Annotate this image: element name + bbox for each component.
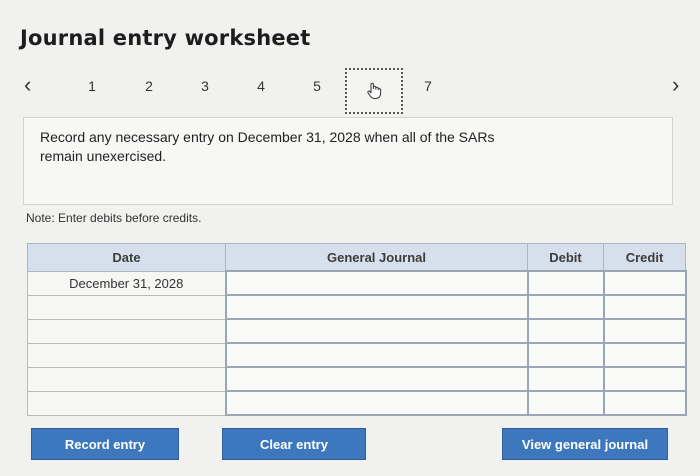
date-cell: December 31, 2028	[27, 270, 226, 296]
table-row: December 31, 2028	[27, 270, 687, 296]
tab-4[interactable]: 4	[251, 76, 271, 96]
entry-note: Note: Enter debits before credits.	[26, 211, 202, 225]
account-input[interactable]	[224, 342, 529, 368]
date-cell	[27, 294, 226, 320]
credit-header: Credit	[603, 243, 686, 272]
debit-header: Debit	[527, 243, 604, 272]
credit-input[interactable]	[602, 294, 687, 320]
question-prompt: Record any necessary entry on December 3…	[23, 117, 673, 205]
debit-input[interactable]	[526, 342, 605, 368]
account-input[interactable]	[224, 318, 529, 344]
tab-7[interactable]: 7	[418, 76, 438, 96]
debit-input[interactable]	[526, 366, 605, 392]
date-cell	[27, 342, 226, 368]
debit-input[interactable]	[526, 270, 605, 296]
table-row	[27, 390, 687, 416]
debit-input[interactable]	[526, 318, 605, 344]
credit-input[interactable]	[602, 390, 687, 416]
table-header-row: Date General Journal Debit Credit	[27, 243, 686, 272]
page-title: Journal entry worksheet	[20, 26, 311, 50]
table-row	[27, 366, 687, 392]
date-cell	[27, 390, 226, 416]
prompt-line-2: remain unexercised.	[40, 148, 167, 164]
journal-entry-table: Date General Journal Debit Credit Decemb…	[27, 243, 687, 416]
debit-input[interactable]	[526, 294, 605, 320]
record-entry-button[interactable]: Record entry	[31, 428, 179, 460]
tab-6-current[interactable]	[345, 68, 403, 114]
view-general-journal-button[interactable]: View general journal	[502, 428, 668, 460]
credit-input[interactable]	[602, 270, 687, 296]
credit-input[interactable]	[602, 366, 687, 392]
journal-header: General Journal	[225, 243, 528, 272]
tab-1[interactable]: 1	[82, 76, 102, 96]
clear-entry-button[interactable]: Clear entry	[222, 428, 366, 460]
account-input[interactable]	[224, 366, 529, 392]
hand-pointer-icon	[367, 82, 382, 99]
tab-2[interactable]: 2	[139, 76, 159, 96]
account-input[interactable]	[224, 294, 529, 320]
table-row	[27, 318, 687, 344]
credit-input[interactable]	[602, 342, 687, 368]
prompt-line-1: Record any necessary entry on December 3…	[40, 129, 495, 145]
date-cell	[27, 318, 226, 344]
account-input[interactable]	[224, 390, 529, 416]
table-row	[27, 342, 687, 368]
table-row	[27, 294, 687, 320]
tab-3[interactable]: 3	[195, 76, 215, 96]
credit-input[interactable]	[602, 318, 687, 344]
date-cell	[27, 366, 226, 392]
date-header: Date	[27, 243, 226, 272]
debit-input[interactable]	[526, 390, 605, 416]
account-input[interactable]	[224, 270, 529, 296]
tab-5[interactable]: 5	[307, 76, 327, 96]
